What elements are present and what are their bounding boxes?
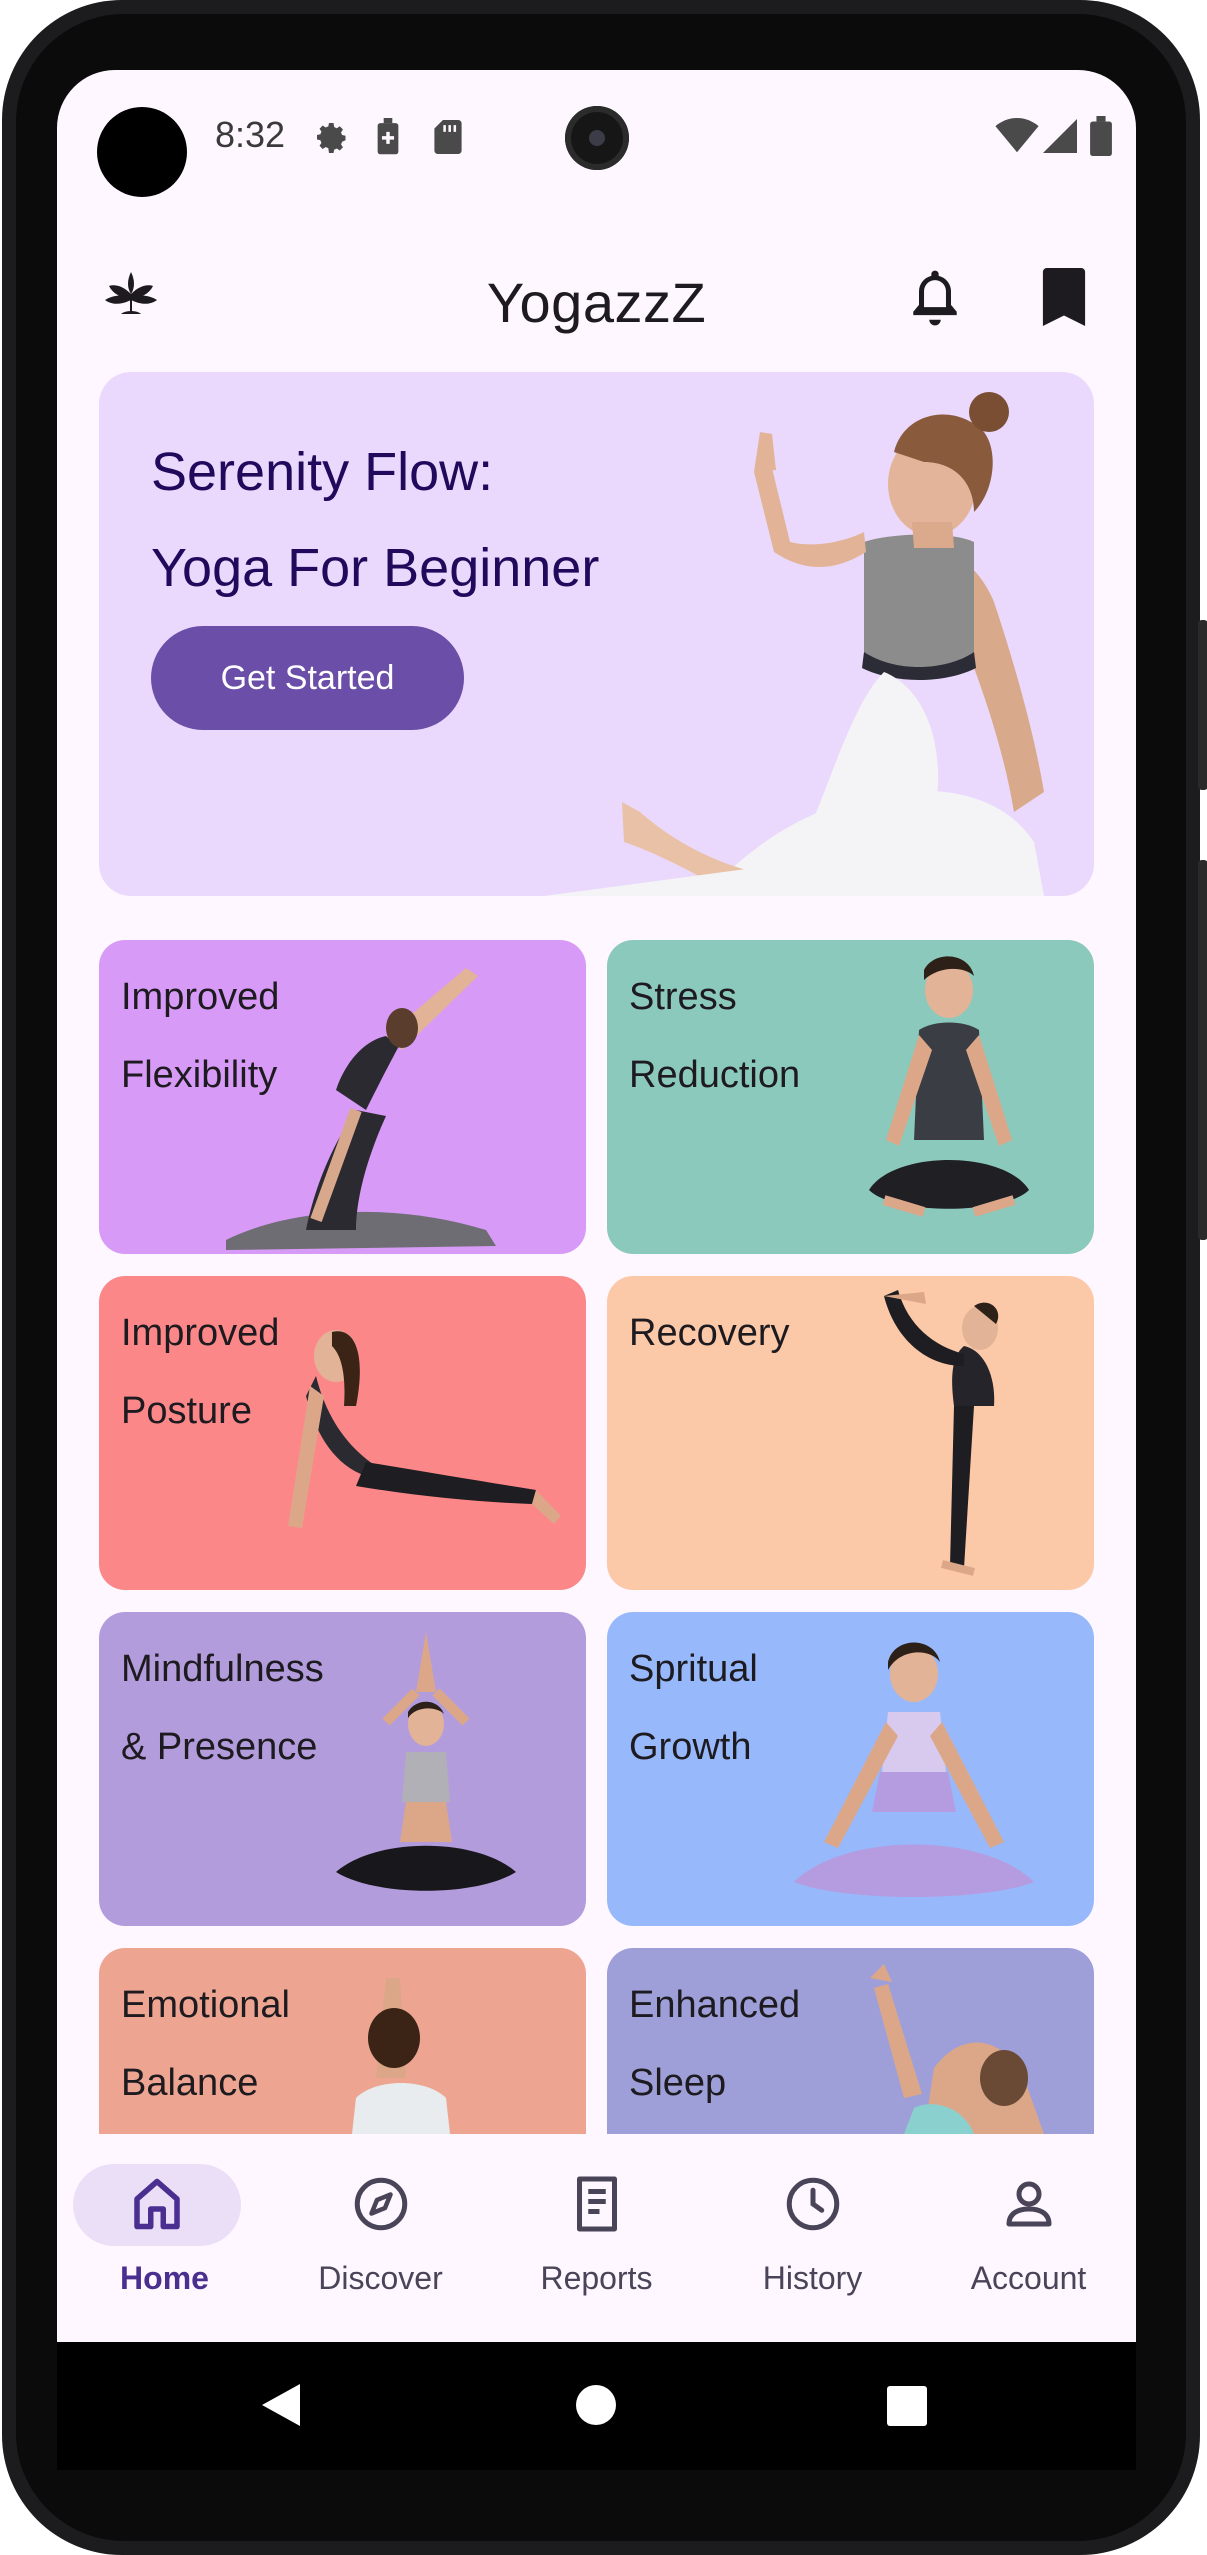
card-label: Enhanced Sleep bbox=[629, 1966, 800, 2122]
card-label-line-1: Enhanced bbox=[629, 1984, 801, 2026]
battery-saver-icon bbox=[377, 118, 399, 155]
card-label: Recovery bbox=[629, 1294, 790, 1372]
screen: 8:32 YogazzZ Serenity Flow: Yoga For Beg… bbox=[57, 70, 1136, 2470]
recents-icon[interactable] bbox=[887, 2386, 927, 2426]
card-label-line-2: Posture bbox=[121, 1390, 252, 1432]
front-camera bbox=[565, 106, 629, 170]
yoga-stretch-illustration bbox=[870, 1964, 1044, 2134]
home-icon bbox=[134, 2178, 180, 2230]
card-label-line-2: Flexibility bbox=[121, 1054, 278, 1096]
card-label-line-1: Mindfulness bbox=[121, 1648, 324, 1690]
yoga-lotus-pose-illustration bbox=[794, 1642, 1034, 1897]
bell-icon[interactable] bbox=[907, 266, 963, 330]
status-bar: 8:32 bbox=[57, 70, 1136, 200]
report-icon bbox=[577, 2176, 617, 2232]
card-label: Emotional Balance bbox=[121, 1966, 290, 2122]
card-label-line-1: Emotional bbox=[121, 1984, 290, 2026]
card-label-line-2: Sleep bbox=[629, 2062, 727, 2104]
volume-button bbox=[1198, 860, 1207, 1240]
bookmark-icon[interactable] bbox=[1042, 268, 1086, 326]
card-label: Spritual Growth bbox=[629, 1630, 758, 1786]
home-circle-icon[interactable] bbox=[575, 2384, 617, 2426]
get-started-button[interactable]: Get Started bbox=[151, 626, 464, 730]
person-icon bbox=[1006, 2181, 1052, 2227]
card-label-line-2: Balance bbox=[121, 2062, 259, 2104]
yoga-eagle-arms-illustration bbox=[352, 1978, 450, 2134]
card-label: Improved Posture bbox=[121, 1294, 279, 1450]
card-label-line-2: Reduction bbox=[629, 1054, 801, 1096]
card-spritual-growth[interactable]: Spritual Growth bbox=[607, 1612, 1094, 1926]
card-emotional-balance[interactable]: Emotional Balance bbox=[99, 1948, 586, 2134]
card-label: Mindfulness & Presence bbox=[121, 1630, 324, 1786]
wifi-icon bbox=[995, 118, 1039, 153]
card-label-line-1: Recovery bbox=[629, 1312, 790, 1354]
nav-label-reports: Reports bbox=[540, 2260, 653, 2296]
card-label-line-1: Improved bbox=[121, 976, 280, 1018]
signal-icon bbox=[1043, 119, 1077, 153]
card-stress-reduction[interactable]: Stress Reduction bbox=[607, 940, 1094, 1254]
gear-icon bbox=[317, 123, 346, 153]
card-label-line-1: Stress bbox=[629, 976, 737, 1018]
card-enhanced-sleep[interactable]: Enhanced Sleep bbox=[607, 1948, 1094, 2134]
battery-icon bbox=[1090, 116, 1112, 156]
yoga-dancer-pose-illustration bbox=[884, 1290, 999, 1576]
system-navigation-bar bbox=[57, 2342, 1136, 2470]
card-label: Improved Flexibility bbox=[121, 958, 279, 1114]
card-label-line-2: & Presence bbox=[121, 1726, 318, 1768]
card-label-line-1: Improved bbox=[121, 1312, 280, 1354]
card-improved-posture[interactable]: Improved Posture bbox=[99, 1276, 586, 1590]
app-title: YogazzZ bbox=[486, 271, 707, 334]
yoga-meditation-illustration bbox=[869, 956, 1029, 1217]
card-recovery[interactable]: Recovery bbox=[607, 1276, 1094, 1590]
card-label-line-1: Spritual bbox=[629, 1648, 758, 1690]
yoga-woman-twist-illustration bbox=[544, 392, 1044, 896]
status-time: 8:32 bbox=[215, 114, 286, 155]
card-label: Stress Reduction bbox=[629, 958, 800, 1114]
top-app-bar: YogazzZ bbox=[57, 240, 1136, 360]
nav-label-history: History bbox=[762, 2260, 863, 2296]
card-improved-flexibility[interactable]: Improved Flexibility bbox=[99, 940, 586, 1254]
compass-icon bbox=[354, 2177, 408, 2231]
back-icon[interactable] bbox=[260, 2382, 302, 2428]
card-mindfulness-presence[interactable]: Mindfulness & Presence bbox=[99, 1612, 586, 1926]
camera-cutout bbox=[97, 107, 187, 197]
power-button bbox=[1198, 620, 1207, 790]
sd-card-icon bbox=[434, 120, 462, 154]
card-label-line-2: Growth bbox=[629, 1726, 752, 1768]
nav-label-home: Home bbox=[120, 2260, 209, 2296]
nav-label-discover: Discover bbox=[318, 2260, 443, 2296]
hero-banner[interactable]: Serenity Flow: Yoga For Beginner Get Sta… bbox=[99, 372, 1094, 896]
clock-icon bbox=[786, 2177, 840, 2231]
nav-label-account: Account bbox=[970, 2260, 1087, 2296]
